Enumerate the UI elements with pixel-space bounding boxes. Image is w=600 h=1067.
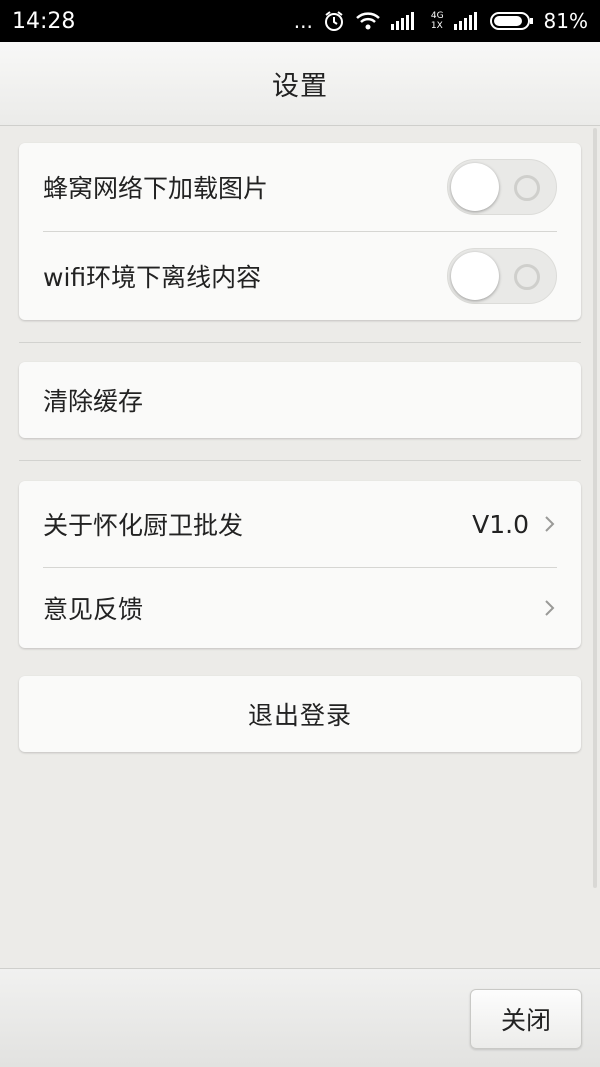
setting-row-wifi-offline: wifi环境下离线内容	[19, 232, 581, 320]
toggle-off-ring-icon	[514, 175, 540, 201]
section-divider	[19, 342, 581, 343]
toggle-off-ring-icon	[514, 264, 540, 290]
close-label: 关闭	[500, 1006, 551, 1035]
clear-cache-label: 清除缓存	[43, 387, 144, 416]
title-bar: 设置	[0, 42, 600, 126]
clear-cache-card: 清除缓存	[19, 362, 581, 438]
about-row[interactable]: 关于怀化厨卫批发 V1.0	[19, 481, 581, 567]
about-label: 关于怀化厨卫批发	[43, 511, 244, 540]
net-tag-4g: 4G	[430, 11, 444, 21]
status-icons: ... 4G 1X 81%	[294, 9, 588, 33]
close-button[interactable]: 关闭	[470, 989, 582, 1049]
cellular-images-toggle[interactable]	[447, 159, 557, 215]
toggle-knob	[451, 163, 499, 211]
clear-cache-button[interactable]: 清除缓存	[19, 362, 581, 438]
feedback-row[interactable]: 意见反馈	[19, 568, 581, 648]
bottom-bar: 关闭	[0, 968, 600, 1067]
toggle-settings-card: 蜂窝网络下加载图片 wifi环境下离线内容	[19, 143, 581, 320]
alarm-icon	[323, 10, 345, 32]
chevron-right-icon	[545, 600, 555, 616]
section-divider	[19, 460, 581, 461]
wifi-offline-toggle[interactable]	[447, 248, 557, 304]
status-time: 14:28	[12, 8, 76, 34]
page-title: 设置	[272, 71, 328, 102]
feedback-label: 意见反馈	[43, 595, 144, 624]
setting-label: wifi环境下离线内容	[43, 263, 262, 292]
battery-percent: 81%	[543, 9, 588, 33]
battery-icon	[489, 11, 534, 31]
status-dots: ...	[293, 9, 313, 33]
version-value: V1.0	[472, 509, 529, 539]
net-tag-1x: 1X	[430, 21, 443, 31]
toggle-knob	[451, 252, 499, 300]
wifi-icon	[355, 11, 381, 31]
signal-icon	[390, 12, 421, 30]
network-type: 4G 1X	[431, 11, 444, 31]
signal-icon	[453, 12, 480, 30]
scroll-track[interactable]	[593, 128, 597, 888]
setting-row-cellular-images: 蜂窝网络下加载图片	[19, 143, 581, 231]
logout-button[interactable]: 退出登录	[19, 676, 581, 752]
logout-card: 退出登录	[19, 676, 581, 752]
info-card: 关于怀化厨卫批发 V1.0 意见反馈	[19, 481, 581, 648]
status-bar: 14:28 ... 4G 1X 81%	[0, 0, 600, 42]
setting-label: 蜂窝网络下加载图片	[43, 174, 269, 203]
chevron-right-icon	[545, 516, 555, 532]
logout-label: 退出登录	[247, 701, 352, 730]
